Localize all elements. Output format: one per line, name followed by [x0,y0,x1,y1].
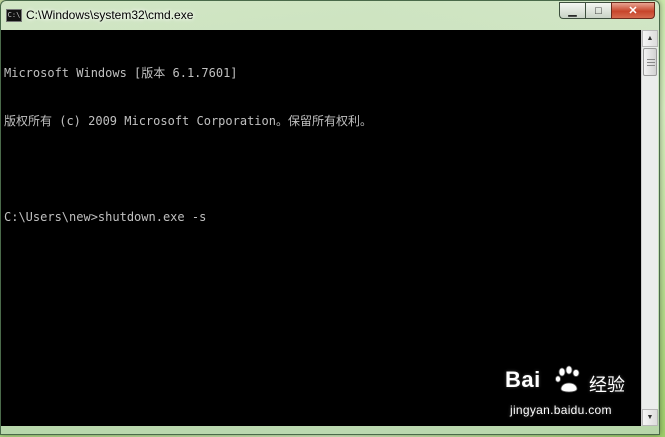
baidu-paw-icon [555,365,580,393]
console-line-copyright: 版权所有 (c) 2009 Microsoft Corporation。保留所有… [4,114,372,128]
console-line-prompt: C:\Users\new>shutdown.exe -s [4,210,207,224]
window-bottom-frame [1,426,659,434]
window-title: C:\Windows\system32\cmd.exe [26,8,194,22]
watermark-url: jingyan.baidu.com [510,403,612,417]
watermark-brand: Bai [505,367,541,392]
window-controls: ▁ □ ✕ [559,2,655,19]
scroll-thumb[interactable] [643,48,657,76]
vertical-scrollbar[interactable]: ▲ ▼ [641,30,658,426]
cmd-icon[interactable]: C:\ [6,9,22,22]
title-bar[interactable]: C:\ C:\Windows\system32\cmd.exe ▁ □ ✕ [1,1,659,29]
scroll-down-arrow-icon[interactable]: ▼ [642,409,658,426]
thumb-grip-line [647,65,655,66]
console-line-blank [4,161,638,177]
scroll-up-arrow-icon[interactable]: ▲ [642,30,658,47]
baidu-jingyan-watermark: Bai 经验 jingyan.baidu.com [505,365,635,427]
maximize-button[interactable]: □ [585,2,611,19]
close-button[interactable]: ✕ [611,2,655,19]
thumb-grip-line [647,62,655,63]
minimize-button[interactable]: ▁ [559,2,585,19]
console-line-version: Microsoft Windows [版本 6.1.7601] [4,66,238,80]
watermark-product: 经验 [589,375,625,395]
thumb-grip-line [647,59,655,60]
